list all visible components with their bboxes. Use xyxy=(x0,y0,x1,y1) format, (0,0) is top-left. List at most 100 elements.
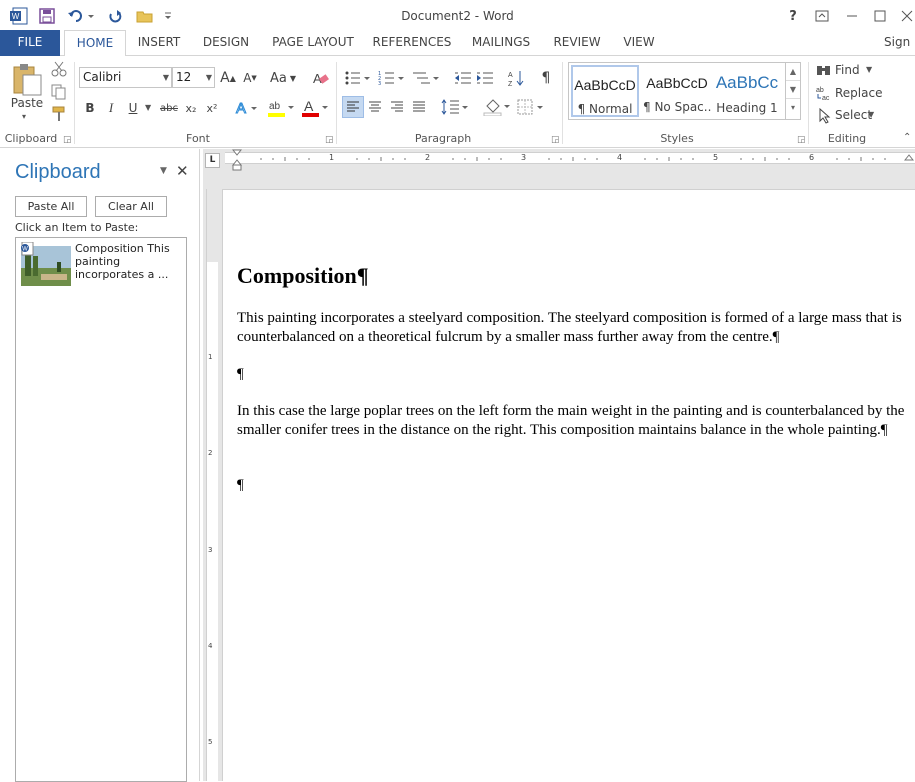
scroll-down-icon[interactable]: ▼ xyxy=(786,81,800,99)
help-button[interactable]: ? xyxy=(781,6,805,26)
document-empty-paragraph[interactable]: ¶ xyxy=(237,365,244,384)
tab-design[interactable]: DESIGN xyxy=(196,30,256,56)
select-icon[interactable] xyxy=(815,107,833,125)
collapse-ribbon-icon[interactable]: ⌃ xyxy=(903,132,911,143)
minimize-button[interactable] xyxy=(840,6,864,26)
ribbon-display-options-icon[interactable] xyxy=(810,6,834,26)
underline-button[interactable]: U xyxy=(124,98,142,118)
clipboard-launcher-icon[interactable]: ◲ xyxy=(63,135,72,145)
document-heading[interactable]: Composition¶ xyxy=(237,263,369,289)
font-size-combobox[interactable]: 12 ▼ xyxy=(172,67,215,88)
styles-gallery: AaBbCcD ¶ Normal AaBbCcD ¶ No Spac... Aa… xyxy=(568,62,801,120)
style-preview: AaBbCc xyxy=(715,73,779,92)
tab-review[interactable]: REVIEW xyxy=(548,30,606,56)
paste-dropdown-icon[interactable]: ▾ xyxy=(22,112,26,121)
subscript-button[interactable]: x₂ xyxy=(182,98,200,118)
close-pane-icon[interactable]: ✕ xyxy=(176,162,189,180)
show-hide-marks-button[interactable]: ¶ xyxy=(537,68,555,88)
tab-home[interactable]: HOME xyxy=(64,30,126,57)
tab-view[interactable]: VIEW xyxy=(616,30,662,56)
align-right-icon[interactable] xyxy=(387,96,407,118)
document-paragraph[interactable]: This painting incorporates a steelyard c… xyxy=(237,309,913,346)
font-launcher-icon[interactable]: ◲ xyxy=(325,135,334,145)
multilevel-list-button[interactable] xyxy=(411,68,441,88)
select-dropdown-icon[interactable]: ▼ xyxy=(868,110,874,119)
tab-references[interactable]: REFERENCES xyxy=(370,30,454,56)
highlight-color-button[interactable]: ab xyxy=(266,96,296,120)
superscript-button[interactable]: x² xyxy=(203,98,221,118)
style-name: ¶ Normal xyxy=(577,102,633,116)
sign-in-link[interactable]: Sign xyxy=(884,30,915,56)
clear-formatting-icon[interactable]: A xyxy=(311,68,331,88)
style-no-spacing[interactable]: AaBbCcD ¶ No Spac... xyxy=(643,65,711,117)
replace-icon[interactable]: ab ac xyxy=(815,84,833,102)
svg-text:Z: Z xyxy=(508,81,513,87)
ribbon-tabs: FILE HOME INSERT DESIGN PAGE LAYOUT REFE… xyxy=(0,30,915,57)
italic-button[interactable]: I xyxy=(103,98,119,118)
cut-icon[interactable] xyxy=(50,60,68,78)
paragraph-launcher-icon[interactable]: ◲ xyxy=(551,135,560,145)
right-indent-marker-icon[interactable] xyxy=(903,149,915,161)
styles-scrollbar[interactable]: ▲ ▼ ▾ xyxy=(785,63,800,119)
line-spacing-button[interactable] xyxy=(440,96,470,118)
clipboard-item[interactable]: W Composition This painting incorporates… xyxy=(19,241,185,288)
style-heading-1[interactable]: AaBbCc Heading 1 xyxy=(715,65,779,117)
increase-indent-icon[interactable] xyxy=(475,68,495,88)
font-group-label: Font xyxy=(186,132,210,145)
font-color-button[interactable]: A xyxy=(300,96,330,120)
clear-all-button[interactable]: Clear All xyxy=(95,196,167,217)
select-button[interactable]: Select xyxy=(835,108,872,122)
sort-icon[interactable]: AZ xyxy=(506,68,526,88)
document-page[interactable]: Composition¶ This painting incorporates … xyxy=(222,189,915,781)
clipboard-item-list: W Composition This painting incorporates… xyxy=(15,237,187,782)
vertical-ruler-margin xyxy=(207,189,218,262)
paste-all-button[interactable]: Paste All xyxy=(15,196,87,217)
underline-dropdown-icon[interactable]: ▼ xyxy=(145,103,151,112)
decrease-indent-icon[interactable] xyxy=(453,68,473,88)
borders-button[interactable] xyxy=(516,96,546,118)
bullets-button[interactable] xyxy=(343,68,373,88)
document-paragraph[interactable]: In this case the large poplar trees on t… xyxy=(237,402,913,439)
style-normal[interactable]: AaBbCcD ¶ Normal xyxy=(571,65,639,117)
group-divider xyxy=(336,62,337,144)
horizontal-ruler: 1 2 3 4 5 6 xyxy=(225,149,915,189)
align-left-icon[interactable] xyxy=(342,96,364,118)
text-effects-button[interactable]: A xyxy=(234,98,260,118)
align-center-icon[interactable] xyxy=(365,96,385,118)
paste-icon[interactable] xyxy=(10,62,44,98)
paste-button[interactable]: Paste xyxy=(8,96,46,110)
change-case-icon: Aa xyxy=(269,70,287,86)
grow-font-button[interactable]: A ▲ xyxy=(219,68,237,88)
window-title: Document2 - Word xyxy=(401,9,514,23)
find-dropdown-icon[interactable]: ▼ xyxy=(866,65,872,74)
more-styles-icon[interactable]: ▾ xyxy=(786,99,800,117)
justify-icon[interactable] xyxy=(409,96,429,118)
group-divider xyxy=(562,62,563,144)
indent-marker-icon[interactable] xyxy=(231,149,243,171)
tab-mailings[interactable]: MAILINGS xyxy=(466,30,536,56)
numbering-button[interactable]: 123 xyxy=(377,68,407,88)
strikethrough-button[interactable]: abc xyxy=(158,98,180,118)
tab-insert[interactable]: INSERT xyxy=(130,30,188,56)
find-icon[interactable] xyxy=(815,62,833,78)
bold-button[interactable]: B xyxy=(82,98,98,118)
scroll-up-icon[interactable]: ▲ xyxy=(786,63,800,81)
maximize-button[interactable] xyxy=(868,6,892,26)
change-case-button[interactable]: Aa ▼ xyxy=(268,68,298,88)
replace-button[interactable]: Replace xyxy=(835,86,882,100)
font-name-combobox[interactable]: Calibri ▼ xyxy=(79,67,172,88)
shrink-font-button[interactable]: A ▼ xyxy=(241,68,259,88)
tab-file[interactable]: FILE xyxy=(0,30,60,56)
find-button[interactable]: Find xyxy=(835,63,860,77)
format-painter-icon[interactable] xyxy=(50,105,68,123)
tab-selector-icon[interactable]: L xyxy=(205,153,220,168)
document-empty-paragraph[interactable]: ¶ xyxy=(237,476,244,495)
tab-page-layout[interactable]: PAGE LAYOUT xyxy=(266,30,360,56)
shading-button[interactable] xyxy=(482,96,512,118)
vertical-ruler-track[interactable]: 1 2 3 4 5 xyxy=(206,189,218,781)
pane-options-icon[interactable]: ▼ xyxy=(160,166,167,176)
copy-icon[interactable] xyxy=(50,83,68,101)
horizontal-ruler-track[interactable]: 1 2 3 4 5 6 xyxy=(225,152,915,164)
close-button[interactable] xyxy=(895,6,915,26)
styles-launcher-icon[interactable]: ◲ xyxy=(797,135,806,145)
